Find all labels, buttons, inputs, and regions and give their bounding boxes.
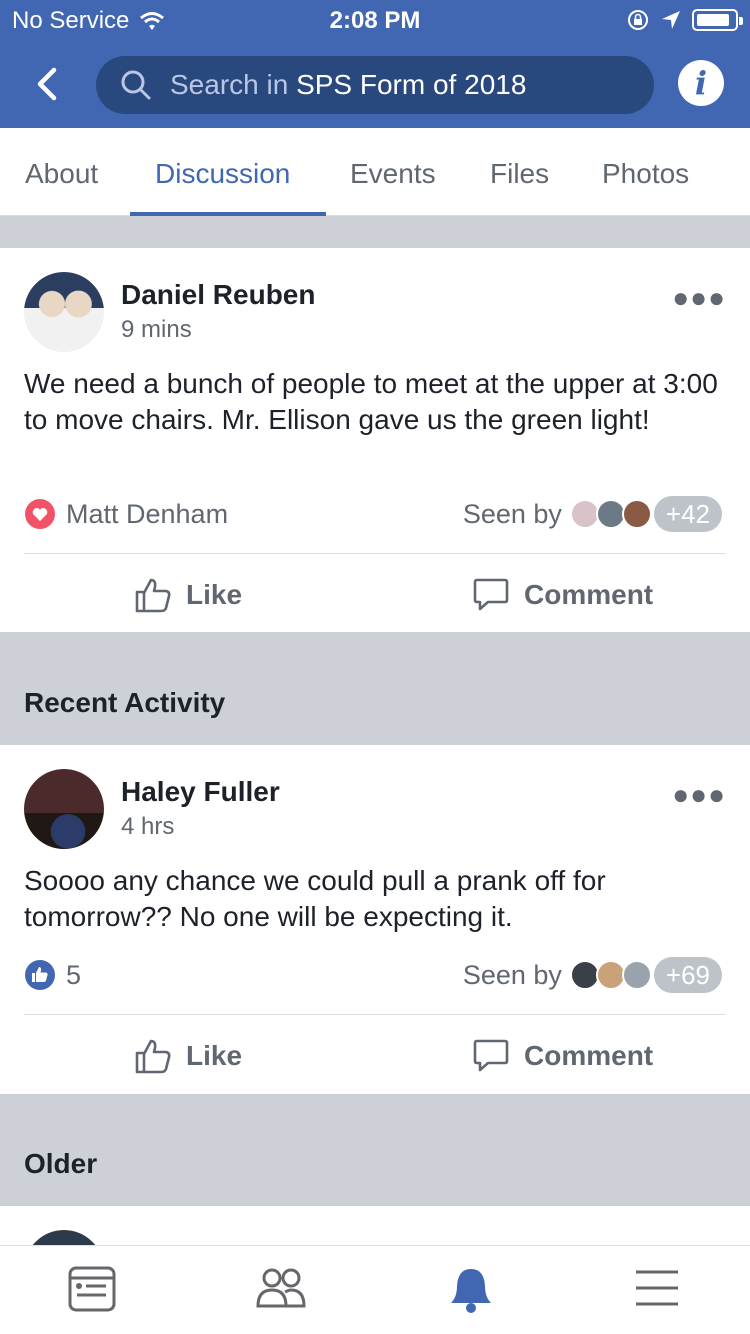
post-text: We need a bunch of people to meet at the… <box>24 368 718 435</box>
search-placeholder: Search in SPS Form of 2018 <box>170 69 527 100</box>
comment-label: Comment <box>524 1040 654 1071</box>
seen-by-label: Seen by <box>462 498 562 529</box>
like-button[interactable]: Like <box>134 1037 242 1075</box>
back-icon[interactable] <box>26 62 70 106</box>
comment-label: Comment <box>524 579 654 610</box>
section-header-recent: Recent Activity <box>24 687 226 718</box>
notifications-icon[interactable] <box>448 1266 494 1314</box>
thumbs-up-outline-icon <box>135 1039 171 1074</box>
comment-button[interactable]: Comment <box>472 1037 653 1075</box>
like-button[interactable]: Like <box>134 576 242 614</box>
heart-icon <box>25 499 55 529</box>
search-input[interactable]: Search in SPS Form of 2018 <box>96 56 654 114</box>
post-author[interactable]: Daniel Reuben <box>121 279 315 311</box>
tab-photos[interactable]: Photos <box>602 158 689 190</box>
groups-icon[interactable] <box>255 1266 307 1312</box>
reactions-summary[interactable]: 5 <box>24 959 81 991</box>
like-label: Like <box>186 579 243 610</box>
status-bar: No Service 2:08 PM <box>0 0 750 40</box>
orientation-lock-icon <box>628 10 648 30</box>
avatar[interactable] <box>24 1230 104 1246</box>
like-label: Like <box>186 1040 243 1071</box>
tab-events[interactable]: Events <box>350 158 436 190</box>
comment-icon <box>473 1039 509 1072</box>
thumbs-up-outline-icon <box>135 578 171 613</box>
menu-icon[interactable] <box>634 1266 680 1310</box>
location-icon <box>662 11 680 29</box>
tab-files[interactable]: Files <box>490 158 549 190</box>
post-card: Haley Fuller 4 hrs ●●● Soooo any chance … <box>0 745 750 1094</box>
post-card: Daniel Reuben 9 mins ●●● We need a bunch… <box>0 248 750 632</box>
seen-count-badge: +69 <box>653 957 722 993</box>
reactions-count: 5 <box>66 959 82 990</box>
more-options-icon[interactable]: ●●● <box>672 779 726 811</box>
avatar[interactable] <box>24 769 104 849</box>
post-card <box>0 1206 750 1246</box>
news-feed-icon[interactable] <box>68 1266 116 1312</box>
top-header: No Service 2:08 PM Search in SPS Form of… <box>0 0 750 128</box>
seen-count-badge: +42 <box>653 496 722 532</box>
nav-bar: Search in SPS Form of 2018 i <box>0 48 750 124</box>
seen-by[interactable]: Seen by +69 <box>463 957 722 993</box>
comment-button[interactable]: Comment <box>472 576 653 614</box>
seen-by[interactable]: Seen by +42 <box>463 496 722 532</box>
group-tabs: About Discussion Events Files Photos <box>0 128 750 216</box>
reactions-summary[interactable]: Matt Denham <box>24 498 228 530</box>
post-timestamp[interactable]: 9 mins <box>121 316 192 344</box>
reactions-label: Matt Denham <box>66 498 229 529</box>
seen-by-label: Seen by <box>462 959 562 990</box>
post-author[interactable]: Haley Fuller <box>121 776 280 808</box>
thumbs-up-icon <box>25 960 55 990</box>
post-timestamp[interactable]: 4 hrs <box>121 813 174 841</box>
avatar <box>621 960 652 990</box>
more-options-icon[interactable]: ●●● <box>672 282 726 314</box>
active-tab-indicator <box>130 212 326 216</box>
divider <box>24 553 726 554</box>
info-icon[interactable]: i <box>678 60 724 106</box>
tab-discussion[interactable]: Discussion <box>155 158 290 190</box>
section-header-older: Older <box>24 1148 98 1179</box>
avatar[interactable] <box>24 272 104 352</box>
divider <box>24 1014 726 1015</box>
comment-icon <box>473 578 509 611</box>
bottom-tab-bar <box>0 1245 750 1334</box>
search-icon <box>121 70 151 100</box>
tab-about[interactable]: About <box>25 158 98 190</box>
battery-icon <box>692 9 743 31</box>
post-text: Soooo any chance we could pull a prank o… <box>24 865 606 932</box>
avatar <box>621 499 652 529</box>
